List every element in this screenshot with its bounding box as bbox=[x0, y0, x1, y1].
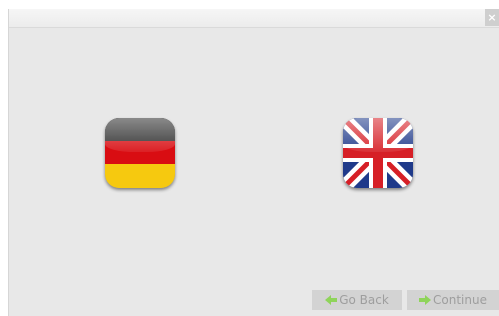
close-button[interactable]: × bbox=[485, 9, 499, 26]
arrow-right-icon bbox=[419, 295, 432, 305]
continue-button[interactable]: Continue bbox=[407, 290, 499, 310]
go-back-button[interactable]: Go Back bbox=[312, 290, 402, 310]
installer-window: × Go Back Continue bbox=[9, 9, 499, 316]
uk-flag-icon bbox=[343, 118, 413, 188]
arrow-left-icon bbox=[325, 295, 338, 305]
go-back-label: Go Back bbox=[339, 293, 389, 307]
title-bar: × bbox=[9, 9, 499, 28]
continue-label: Continue bbox=[433, 293, 487, 307]
close-icon: × bbox=[487, 11, 497, 24]
german-flag-icon bbox=[105, 118, 175, 188]
german-language-button[interactable] bbox=[105, 118, 175, 188]
english-language-button[interactable] bbox=[343, 118, 413, 188]
